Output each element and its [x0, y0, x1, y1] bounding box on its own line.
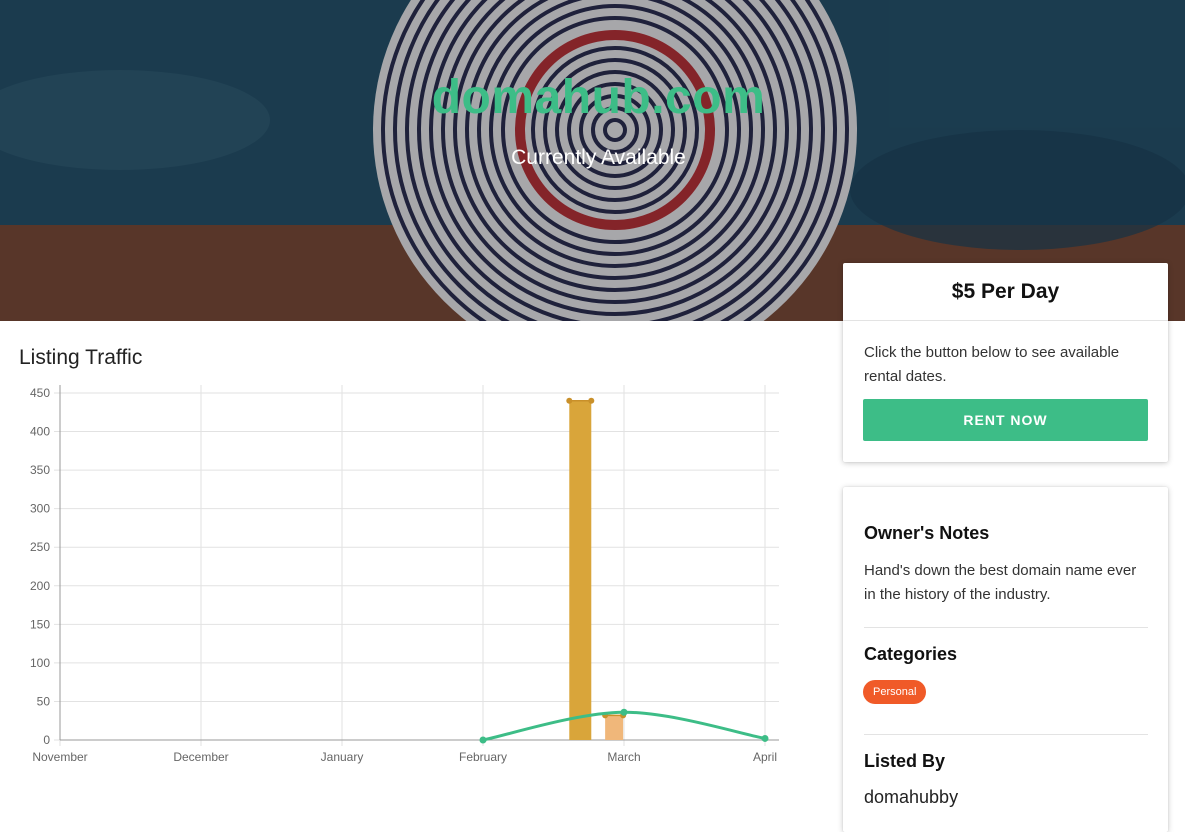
divider [864, 627, 1148, 628]
listed-by-heading: Listed By [864, 751, 946, 771]
domain-title: domahub.com [431, 71, 766, 124]
categories-heading: Categories [864, 644, 958, 664]
owners-notes-heading: Owner's Notes [864, 523, 990, 543]
x-tick-label: March [607, 750, 640, 764]
category-badge[interactable]: Personal [863, 680, 927, 704]
divider [864, 734, 1148, 735]
y-tick-label: 200 [30, 579, 50, 593]
x-tick-label: December [173, 750, 228, 764]
listing-info-card: Owner's Notes Hand's down the best domai… [843, 487, 1168, 832]
owners-notes-text: Hand's down the best domain name ever in… [864, 562, 1137, 603]
x-tick-label: November [32, 750, 87, 764]
x-tick-label: April [753, 750, 777, 764]
y-tick-label: 300 [30, 502, 50, 516]
line-point [761, 734, 769, 742]
y-tick-label: 250 [30, 540, 50, 554]
x-tick-label: February [459, 750, 507, 764]
bar [605, 715, 624, 740]
availability-status: Currently Available [511, 146, 686, 169]
y-tick-label: 350 [30, 463, 50, 477]
price-label: $5 Per Day [843, 263, 1168, 321]
traffic-heading: Listing Traffic [19, 346, 143, 369]
rent-now-button[interactable]: RENT NOW [863, 399, 1148, 441]
y-tick-label: 450 [30, 386, 50, 400]
bar-point [566, 397, 573, 404]
traffic-chart: 0 50 100 150 200 250 300 350 400 450 November Decem… [30, 385, 779, 764]
pricing-card: $5 Per Day Click the button below to see… [843, 263, 1168, 462]
x-tick-label: January [321, 750, 364, 764]
line-point [620, 708, 628, 716]
bar-point [588, 397, 595, 404]
y-tick-label: 400 [30, 425, 50, 439]
y-tick-label: 0 [43, 733, 50, 747]
listed-by-user[interactable]: domahubby [864, 787, 958, 808]
y-tick-label: 50 [37, 694, 51, 708]
line-point [479, 736, 487, 744]
bar [569, 400, 592, 740]
y-tick-label: 100 [30, 656, 50, 670]
pricing-description: Click the button below to see available … [864, 344, 1120, 385]
y-tick-label: 150 [30, 617, 50, 631]
